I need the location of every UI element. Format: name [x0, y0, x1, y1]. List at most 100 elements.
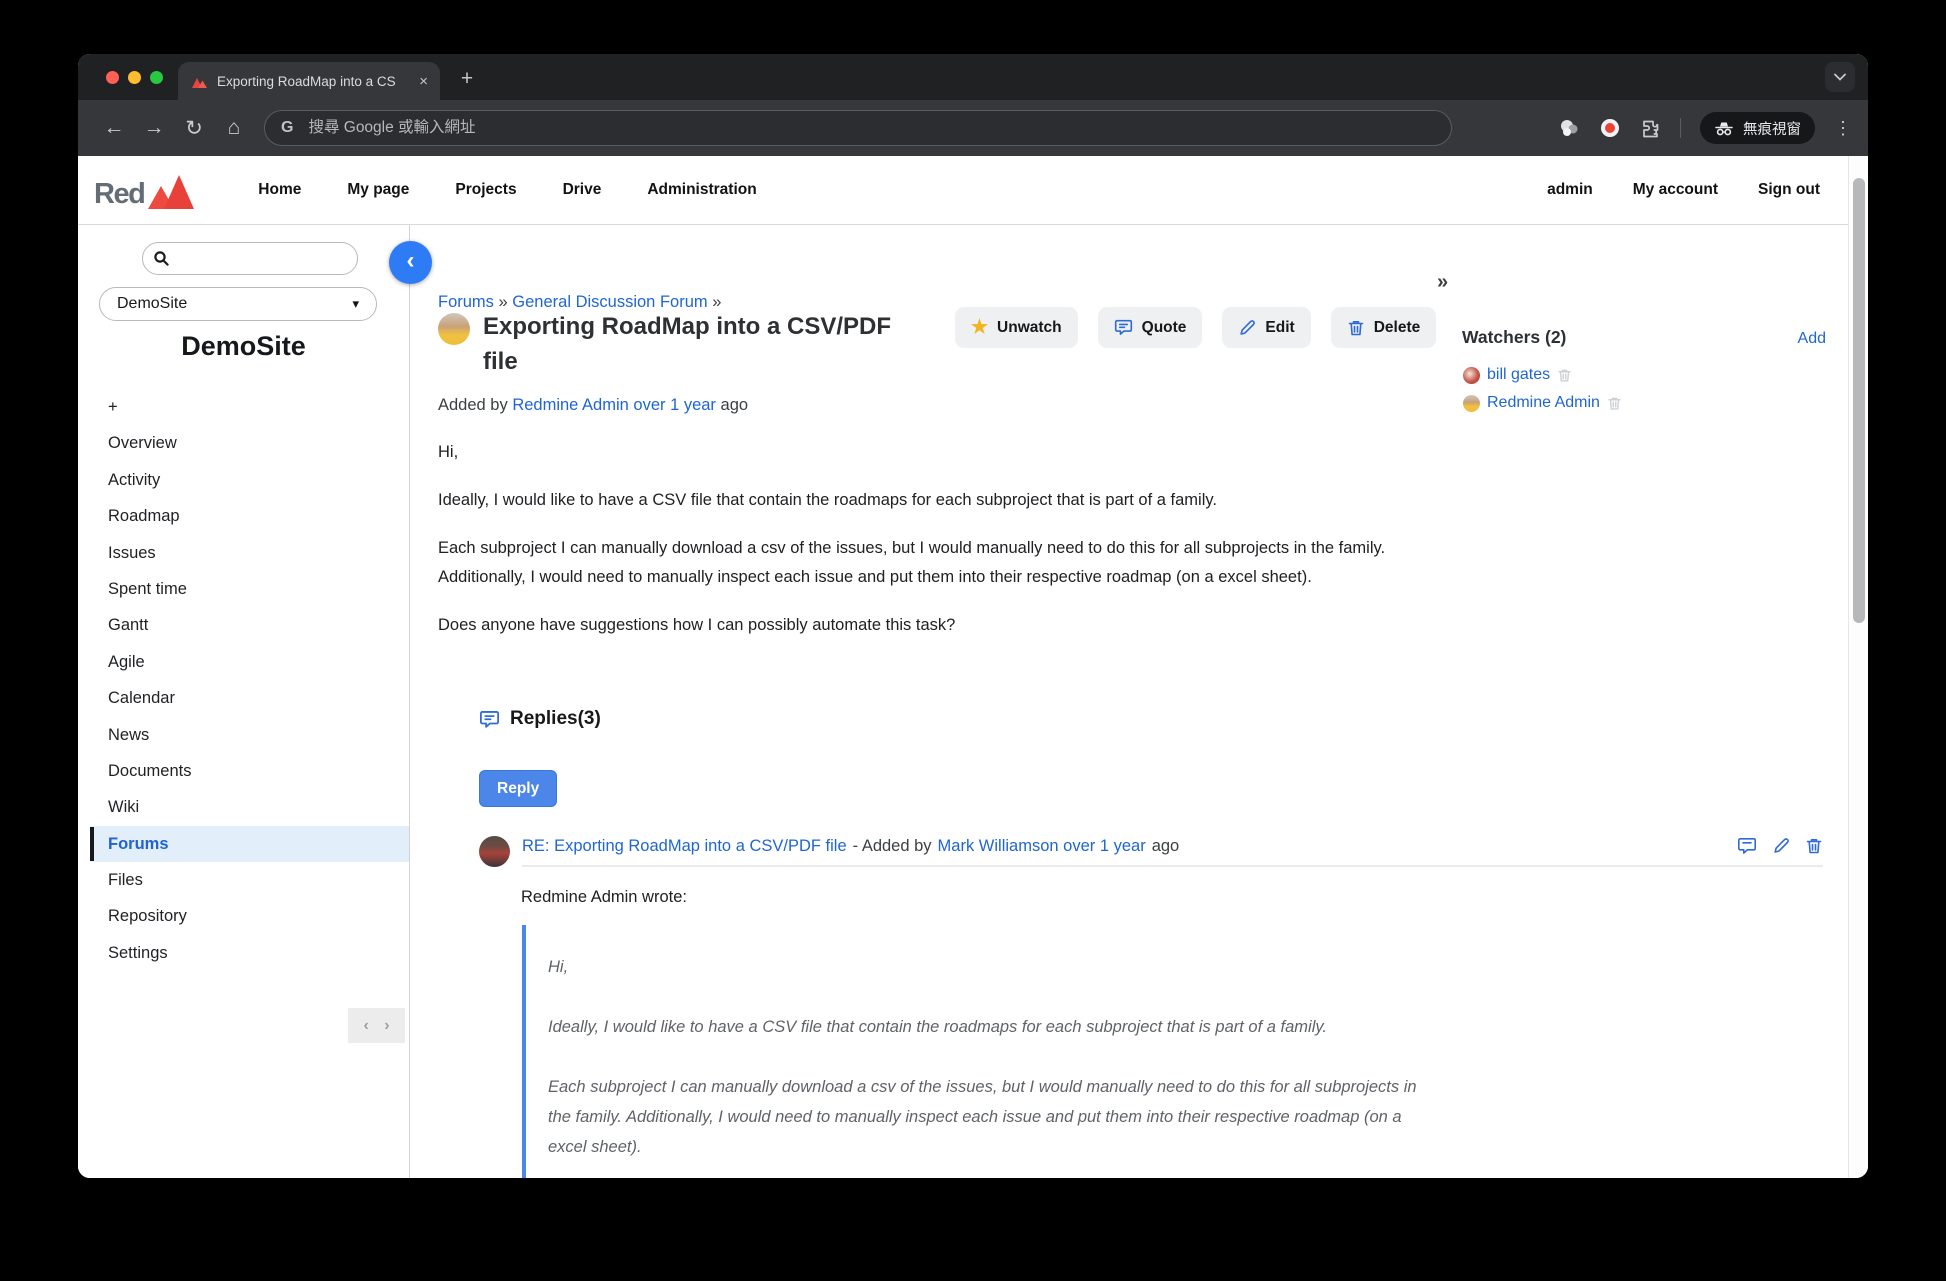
sidebar-item-wiki[interactable]: Wiki [78, 789, 409, 825]
pager-prev-icon[interactable]: ‹ [363, 1017, 368, 1035]
reply-dash: - Added by [853, 837, 932, 856]
browser-window: Exporting RoadMap into a CS × + ← → ↻ ⌂ … [78, 54, 1868, 1178]
project-select[interactable]: DemoSite ▾ [99, 287, 377, 321]
media-hub-icon[interactable] [1558, 117, 1580, 139]
new-tab-button[interactable]: + [454, 67, 480, 93]
redmine-logo[interactable]: Red [94, 171, 202, 209]
home-icon[interactable]: ⌂ [214, 116, 254, 140]
sidebar-collapse-button[interactable]: ‹ [389, 241, 432, 284]
byline-prefix: Added by [438, 396, 512, 414]
reply-author-link[interactable]: Mark Williamson over 1 year [938, 837, 1146, 856]
google-icon: G [281, 119, 293, 137]
sidebar-item-calendar[interactable]: Calendar [78, 680, 409, 716]
author-link[interactable]: Redmine Admin [512, 396, 628, 414]
user-nav: admin My account Sign out [1547, 181, 1820, 199]
nav-drive[interactable]: Drive [563, 181, 602, 199]
incognito-label: 無痕視窗 [1743, 118, 1801, 139]
sidebar-item-news[interactable]: News [78, 717, 409, 753]
remove-watcher-icon[interactable] [1607, 396, 1622, 411]
reload-icon[interactable]: ↻ [174, 116, 214, 141]
sidebar-item-spent-time[interactable]: Spent time [78, 571, 409, 607]
sidebar-item-agile[interactable]: Agile [78, 644, 409, 680]
page-body: DemoSite ▾ DemoSite + Overview Activity … [78, 225, 1868, 1178]
nav-projects[interactable]: Projects [455, 181, 516, 199]
forward-icon[interactable]: → [134, 116, 174, 140]
project-title: DemoSite [78, 331, 409, 362]
topic-body: Hi, Ideally, I would like to have a CSV … [438, 438, 1448, 659]
topic-paragraph: Each subproject I can manually download … [438, 534, 1448, 592]
browser-toolbar: ← → ↻ ⌂ G 無痕視窗 ⋮ [78, 100, 1868, 156]
topic-paragraph: Hi, [438, 438, 1448, 467]
zoom-window-button[interactable] [150, 71, 163, 84]
edit-button[interactable]: Edit [1222, 307, 1310, 348]
comment-bubble-icon [479, 709, 500, 730]
panel-collapse-icon[interactable]: » [1437, 271, 1448, 294]
nav-home[interactable]: Home [258, 181, 301, 199]
sidebar-item-settings[interactable]: Settings [78, 935, 409, 971]
reply-title-link[interactable]: RE: Exporting RoadMap into a CSV/PDF fil… [522, 837, 847, 856]
topic-title: Exporting RoadMap into a CSV/PDF file [483, 309, 930, 379]
trash-icon [1347, 319, 1365, 337]
browser-tab[interactable]: Exporting RoadMap into a CS × [178, 62, 440, 100]
topic-paragraph: Does anyone have suggestions how I can p… [438, 611, 1448, 640]
reply-button[interactable]: Reply [479, 770, 557, 807]
replies-count: Replies(3) [510, 708, 601, 730]
address-input[interactable] [306, 118, 1435, 138]
nav-my-page[interactable]: My page [347, 181, 409, 199]
sidebar-item-files[interactable]: Files [78, 862, 409, 898]
reply-blockquote: Hi, Ideally, I would like to have a CSV … [522, 925, 1434, 1178]
watchers-panel: » Watchers (2) Add bill gates Redmine Ad… [1437, 225, 1848, 1178]
minimize-window-button[interactable] [128, 71, 141, 84]
back-icon[interactable]: ← [94, 116, 134, 140]
sidebar-item-issues[interactable]: Issues [78, 535, 409, 571]
pager-next-icon[interactable]: › [384, 1017, 389, 1035]
nav-administration[interactable]: Administration [647, 181, 756, 199]
address-bar[interactable]: G [264, 110, 1452, 146]
close-tab-icon[interactable]: × [417, 74, 430, 89]
tab-title: Exporting RoadMap into a CS [217, 74, 408, 89]
sidebar-item-documents[interactable]: Documents [78, 753, 409, 789]
add-watcher-link[interactable]: Add [1798, 330, 1826, 348]
project-select-value: DemoSite [117, 295, 187, 313]
quote-label: Quote [1142, 319, 1187, 337]
quote-paragraph: Hi, [548, 952, 1434, 982]
sidebar-item-add[interactable]: + [78, 389, 409, 425]
sidebar-item-forums[interactable]: Forums [78, 826, 409, 862]
tab-search-button[interactable] [1825, 62, 1855, 92]
sidebar-item-gantt[interactable]: Gantt [78, 607, 409, 643]
sidebar-item-overview[interactable]: Overview [78, 425, 409, 461]
nav-sign-out[interactable]: Sign out [1758, 181, 1820, 199]
site-header: Red Home My page Projects Drive Administ… [78, 156, 1868, 225]
close-window-button[interactable] [106, 71, 119, 84]
time-link[interactable]: over 1 year [633, 396, 716, 414]
browser-menu-icon[interactable]: ⋮ [1834, 118, 1852, 139]
search-input[interactable] [176, 249, 347, 268]
delete-button[interactable]: Delete [1331, 307, 1437, 348]
sidebar-item-roadmap[interactable]: Roadmap [78, 498, 409, 534]
unwatch-button[interactable]: ★ Unwatch [955, 307, 1078, 348]
quote-paragraph: Each subproject I can manually download … [548, 1072, 1434, 1162]
scrollbar-thumb[interactable] [1853, 178, 1865, 623]
watcher-name-link[interactable]: bill gates [1487, 366, 1550, 384]
extensions-puzzle-icon[interactable] [1640, 118, 1661, 139]
pencil-icon [1238, 319, 1256, 337]
sidebar-item-activity[interactable]: Activity [78, 462, 409, 498]
nav-my-account[interactable]: My account [1633, 181, 1718, 199]
unwatch-label: Unwatch [997, 319, 1062, 337]
remove-watcher-icon[interactable] [1557, 368, 1572, 383]
quote-paragraph: Ideally, I would like to have a CSV file… [548, 1012, 1434, 1042]
recording-indicator-icon[interactable] [1599, 117, 1621, 139]
watcher-name-link[interactable]: Redmine Admin [1487, 394, 1600, 412]
tab-strip: Exporting RoadMap into a CS × + [78, 54, 1868, 100]
sidebar-item-repository[interactable]: Repository [78, 898, 409, 934]
project-sidebar: DemoSite ▾ DemoSite + Overview Activity … [78, 225, 410, 1178]
nav-admin[interactable]: admin [1547, 181, 1593, 199]
topic-byline: Added by Redmine Admin over 1 year ago [438, 396, 748, 415]
edit-label: Edit [1265, 319, 1294, 337]
main-nav: Home My page Projects Drive Administrati… [258, 181, 756, 199]
replies-heading: Replies(3) [479, 708, 601, 730]
sidebar-search[interactable] [142, 242, 358, 275]
quote-button[interactable]: Quote [1098, 307, 1203, 348]
star-icon: ★ [971, 316, 988, 339]
reply-ago: ago [1152, 837, 1180, 856]
